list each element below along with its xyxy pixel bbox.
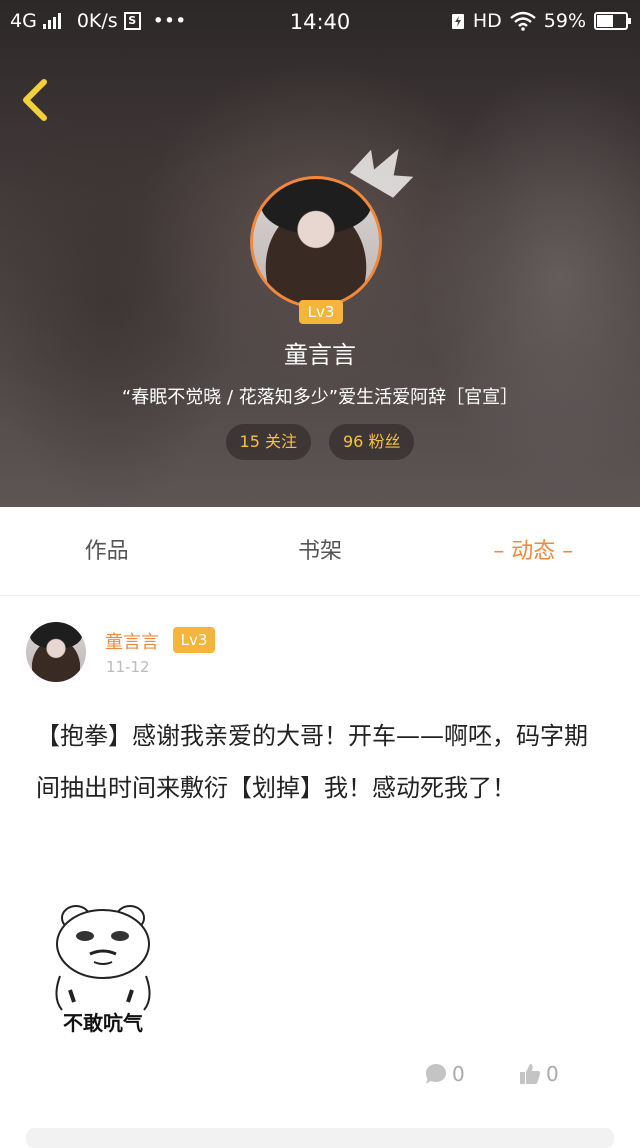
post-author[interactable]: 童言言: [105, 628, 159, 654]
profile-tabs: 作品 书架 – 动态 –: [0, 507, 640, 596]
post-actions: 0 0: [0, 1062, 640, 1094]
level-badge: Lv3: [299, 300, 343, 324]
back-button[interactable]: [14, 74, 58, 124]
hd-indicator: HD: [472, 10, 502, 32]
post-avatar[interactable]: [26, 622, 86, 682]
thumbs-up-icon: [520, 1064, 541, 1084]
tab-works[interactable]: 作品: [0, 507, 213, 595]
comment-button[interactable]: 0: [424, 1062, 465, 1086]
panda-meme-image: [55, 905, 151, 1011]
profile-bio: “春眠不觉晓 / 花落知多少”爱生活爱阿辞［官宣］: [121, 387, 519, 408]
crown-icon: [349, 148, 414, 198]
tab-bookshelf[interactable]: 书架: [213, 507, 426, 595]
battery-saver-icon: [451, 14, 464, 29]
profile-stats: 15 关注 96 粉丝: [0, 424, 640, 460]
post-level-badge: Lv3: [173, 627, 215, 653]
comment-bubble-icon: [426, 1064, 446, 1084]
status-bar: 4G 0K/s S ••• 14:40 HD 59%: [0, 0, 640, 44]
battery-percent: 59%: [543, 10, 586, 32]
followers-count[interactable]: 96 粉丝: [329, 424, 415, 460]
post-image[interactable]: 不敢吭气: [40, 902, 166, 1044]
profile-header: 4G 0K/s S ••• 14:40 HD 59% Lv3 童言言 “春眠不觉…: [0, 0, 640, 507]
like-count: 0: [546, 1062, 559, 1086]
profile-avatar[interactable]: Lv3: [250, 148, 414, 324]
wifi-icon: [509, 11, 536, 31]
like-button[interactable]: 0: [518, 1062, 559, 1086]
profile-name: 童言言: [284, 341, 356, 369]
tab-updates[interactable]: – 动态 –: [427, 507, 640, 595]
post-text: 【抱拳】感谢我亲爱的大哥！开车——啊呸，码字期间抽出时间来敷衍【划掉】我！感动死…: [36, 722, 588, 802]
chevron-left-icon: [23, 79, 47, 121]
following-count[interactable]: 15 关注: [225, 424, 311, 460]
comment-count: 0: [452, 1062, 465, 1086]
post-date: 11-12: [106, 658, 150, 676]
next-post-edge: [26, 1128, 614, 1148]
battery-icon: [594, 12, 631, 30]
meme-caption: 不敢吭气: [63, 1011, 143, 1035]
